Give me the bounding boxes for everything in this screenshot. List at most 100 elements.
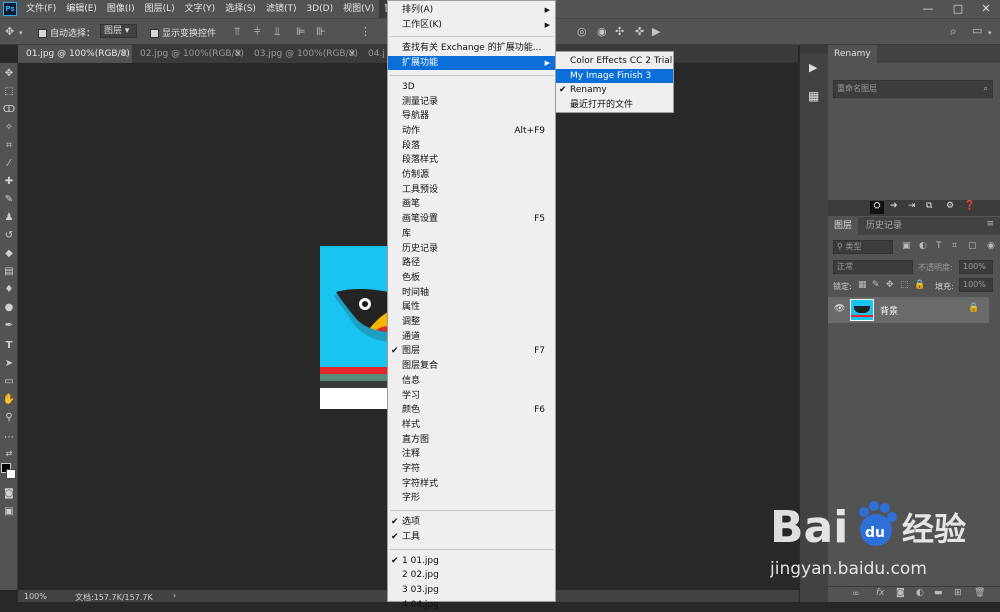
window-menu-item[interactable]: 2 02.jpg [388,568,555,582]
extensions-menu-item[interactable]: My Image Finish 3 [556,68,673,83]
fill-input[interactable]: 100% [959,278,993,292]
filter-adjust-icon[interactable]: ◐ [919,241,927,251]
zoom-level[interactable]: 100% [24,592,47,601]
fx-icon[interactable]: fx [876,588,885,598]
3d-slide-icon[interactable]: ✜ [635,26,644,38]
window-menu-item[interactable]: 样式 [388,418,555,432]
tab-03-jpg[interactable]: 03.jpg @ 100%(RGB/8) × [246,45,360,63]
export-icon[interactable]: ⇥ [908,201,916,211]
pen-tool-icon[interactable]: ✒ [1,319,17,333]
window-menu-item[interactable]: 导航器 [388,109,555,123]
window-menu-item[interactable]: ✔ 工具 [388,530,555,544]
eraser-tool-icon[interactable]: ◆ [1,247,17,261]
duplicate-icon[interactable]: ⧉ [926,201,932,211]
window-menu-item[interactable]: 库 [388,227,555,241]
window-menu-item[interactable]: 测量记录 [388,95,555,109]
new-layer-icon[interactable]: ⊞ [954,588,962,598]
magic-wand-icon[interactable]: ✧ [1,121,17,135]
extensions-menu-item[interactable]: Color Effects CC 2 Trial [556,54,673,68]
extension-icon[interactable]: ⛭ [870,201,884,214]
extensions-menu-item[interactable]: 最近打开的文件 [556,98,673,112]
window-menu-item[interactable]: 段落 [388,139,555,153]
crop-tool-icon[interactable]: ⌗ [1,139,17,153]
window-menu-item[interactable]: 字形 [388,491,555,505]
tab-02-jpg[interactable]: 02.jpg @ 100%(RGB/8) × [132,45,246,63]
move-tool-icon[interactable]: ✥ [5,26,14,38]
lock-transparent-icon[interactable]: ▦ [858,280,867,290]
window-menu-item[interactable]: ✔ 1 01.jpg [388,554,555,568]
stamp-tool-icon[interactable]: ♟ [1,211,17,225]
3d-orbit-icon[interactable]: ◎ [577,26,587,38]
tab-history[interactable]: 历史记录 [860,217,909,235]
add-mask-icon[interactable]: ◙ [896,588,905,598]
window-menu-item[interactable]: 查找有关 Exchange 的扩展功能... [388,41,555,55]
auto-select-dropdown[interactable]: 图层 ▾ [100,24,137,38]
filter-shape-icon[interactable]: ⌗ [952,241,957,251]
renamy-search-input[interactable]: 重命名图层 ⌕ [833,80,993,98]
brush-tool-icon[interactable]: ✎ [1,193,17,207]
window-menu-item[interactable]: 注释 [388,447,555,461]
align-bottom-icon[interactable]: ⫫ [274,26,280,38]
extensions-menu-item[interactable]: ✔ Renamy [556,83,673,97]
blur-tool-icon[interactable]: ♦ [1,283,17,297]
window-menu-item[interactable]: 历史记录 [388,242,555,256]
filter-toggle-icon[interactable]: ◉ [987,241,995,251]
window-menu-item[interactable]: 属性 [388,300,555,314]
auto-select-checkbox[interactable]: 自动选择： [38,26,95,39]
layer-row[interactable]: 👁 背景 🔒 [828,297,989,323]
lock-all-icon[interactable]: 🔒 [914,280,925,290]
distribute-icon[interactable]: ⋮ [360,26,371,38]
menu-layer[interactable]: 图层(L) [140,0,180,18]
window-menu-item[interactable]: 画笔设置 F5 [388,212,555,226]
hand-tool-icon[interactable]: ✋ [1,393,17,407]
quick-mask-icon[interactable]: ◙ [1,487,17,501]
window-menu-item[interactable]: 工作区(K) ▶ [388,18,555,32]
workspace-chevron-icon[interactable]: ▾ [988,27,992,39]
menu-select[interactable]: 选择(S) [220,0,261,18]
window-menu-item[interactable]: 通道 [388,330,555,344]
lasso-tool-icon[interactable]: ↀ [1,103,17,117]
background-color-swatch[interactable] [6,469,16,479]
minimize-button[interactable]: — [914,0,942,18]
panel-menu-icon[interactable]: ≡ [986,219,994,229]
opacity-input[interactable]: 100% [959,260,993,274]
window-menu-item[interactable]: 4 04.jpg [388,598,555,612]
3d-roll-icon[interactable]: ◉ [597,26,607,38]
blend-mode-select[interactable]: 正常 [833,260,913,274]
menu-view[interactable]: 视图(V) [338,0,379,18]
swap-colors-icon[interactable]: ⇄ [1,447,17,461]
filter-type-icon[interactable]: T [936,241,942,251]
menu-file[interactable]: 文件(F) [21,0,61,18]
show-transform-checkbox[interactable]: 显示变换控件 [150,26,216,39]
menu-type[interactable]: 文字(Y) [180,0,221,18]
window-menu-item[interactable]: 仿制源 [388,168,555,182]
search-icon[interactable]: ⌕ [950,25,957,37]
type-tool-icon[interactable]: T [1,339,17,353]
history-brush-icon[interactable]: ↺ [1,229,17,243]
path-select-icon[interactable]: ➤ [1,357,17,371]
menu-filter[interactable]: 滤镜(T) [261,0,302,18]
delete-layer-icon[interactable]: 🗑 [974,588,985,598]
import-icon[interactable]: ➔ [890,201,898,211]
healing-brush-icon[interactable]: ✚ [1,175,17,189]
close-icon[interactable]: × [120,45,128,63]
document-image[interactable] [320,246,388,409]
align-middle-icon[interactable]: ⫩ [254,26,260,38]
window-menu-item[interactable]: 段落样式 [388,153,555,167]
more-tools-icon[interactable]: ⋯ [1,431,17,445]
zoom-tool-icon[interactable]: ⚲ [1,411,17,425]
window-menu-item[interactable]: 直方图 [388,433,555,447]
align-top-icon[interactable]: ⫪ [234,26,240,38]
adjustment-layer-icon[interactable]: ◐ [916,588,924,598]
close-icon[interactable]: × [348,45,356,63]
window-menu-item[interactable]: 调整 [388,315,555,329]
shape-tool-icon[interactable]: ▭ [1,375,17,389]
window-menu-item[interactable]: 时间轴 [388,286,555,300]
window-menu-item[interactable]: ✔ 图层 F7 [388,344,555,358]
tab-layers[interactable]: 图层 [828,217,859,235]
menu-edit[interactable]: 编辑(E) [61,0,102,18]
window-menu-item[interactable]: 扩展功能 ▶ [388,56,555,71]
window-menu-item[interactable]: 3D [388,80,555,94]
window-menu-item[interactable]: 工具预设 [388,183,555,197]
window-menu-item[interactable]: 学习 [388,389,555,403]
